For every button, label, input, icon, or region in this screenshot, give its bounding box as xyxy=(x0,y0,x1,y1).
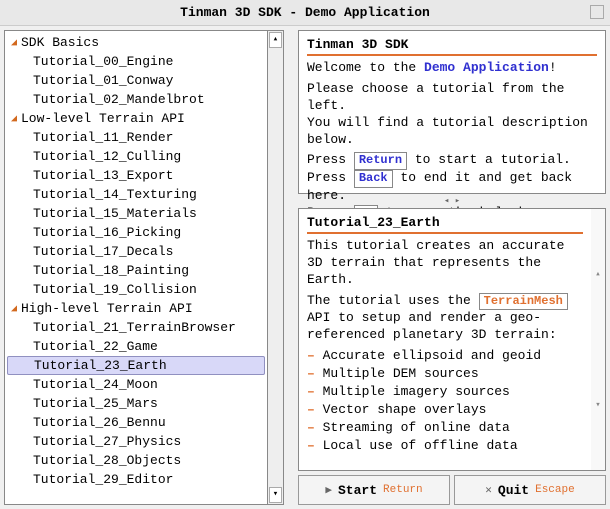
bullet-item: – Local use of offline data xyxy=(307,438,583,453)
bullet-item: – Multiple imagery sources xyxy=(307,384,583,399)
tree-item[interactable]: Tutorial_13_Export xyxy=(5,166,267,185)
close-icon: ✕ xyxy=(485,483,492,497)
tree-scrollbar[interactable]: ▴ ▾ xyxy=(268,30,284,505)
detail-panel: Tutorial_23_Earth This tutorial creates … xyxy=(298,208,606,471)
terrainmesh-link[interactable]: TerrainMesh xyxy=(479,293,568,311)
start-button[interactable]: ▶ Start Return xyxy=(298,475,450,505)
tree-category[interactable]: ◢ High-level Terrain API xyxy=(5,299,267,318)
play-icon: ▶ xyxy=(325,483,332,497)
bullet-item: – Streaming of online data xyxy=(307,420,583,435)
tree-item[interactable]: Tutorial_22_Game xyxy=(5,337,267,356)
tree-item[interactable]: Tutorial_27_Physics xyxy=(5,432,267,451)
vertical-splitter[interactable] xyxy=(288,30,294,505)
detail-title: Tutorial_23_Earth xyxy=(307,215,583,234)
tree-item[interactable]: Tutorial_23_Earth xyxy=(7,356,265,375)
tree-category[interactable]: ◢ Low-level Terrain API xyxy=(5,109,267,128)
detail-scrollbar[interactable]: ▴▾ xyxy=(591,209,605,470)
tree-item[interactable]: Tutorial_25_Mars xyxy=(5,394,267,413)
demo-app-link[interactable]: Demo Application xyxy=(424,60,549,75)
expand-icon: ◢ xyxy=(11,113,21,125)
window-title: Tinman 3D SDK - Demo Application xyxy=(180,5,430,20)
tree-item[interactable]: Tutorial_28_Objects xyxy=(5,451,267,470)
tree-item[interactable]: Tutorial_18_Painting xyxy=(5,261,267,280)
scroll-up-icon[interactable]: ▴ xyxy=(269,32,282,48)
tree-item[interactable]: Tutorial_16_Picking xyxy=(5,223,267,242)
tree-item[interactable]: Tutorial_24_Moon xyxy=(5,375,267,394)
tree-item[interactable]: Tutorial_00_Engine xyxy=(5,52,267,71)
maximize-button[interactable] xyxy=(590,5,604,19)
tree-item[interactable]: Tutorial_29_Editor xyxy=(5,470,267,489)
tutorial-tree[interactable]: ◢ SDK BasicsTutorial_00_EngineTutorial_0… xyxy=(4,30,268,505)
tree-item[interactable]: Tutorial_26_Bennu xyxy=(5,413,267,432)
kbd-return: Return xyxy=(354,152,407,170)
tree-item[interactable]: Tutorial_19_Collision xyxy=(5,280,267,299)
bullet-item: – Vector shape overlays xyxy=(307,402,583,417)
tree-item[interactable]: Tutorial_01_Conway xyxy=(5,71,267,90)
tree-item[interactable]: Tutorial_12_Culling xyxy=(5,147,267,166)
intro-welcome: Welcome to the Demo Application! xyxy=(307,60,597,77)
scroll-down-icon[interactable]: ▾ xyxy=(269,487,282,503)
tree-item[interactable]: Tutorial_17_Decals xyxy=(5,242,267,261)
intro-panel: Tinman 3D SDK Welcome to the Demo Applic… xyxy=(298,30,606,194)
intro-title: Tinman 3D SDK xyxy=(307,37,597,56)
quit-button[interactable]: ✕ Quit Escape xyxy=(454,475,606,505)
bullet-item: – Multiple DEM sources xyxy=(307,366,583,381)
expand-icon: ◢ xyxy=(11,37,21,49)
kbd-back: Back xyxy=(354,170,393,188)
expand-icon: ◢ xyxy=(11,303,21,315)
titlebar: Tinman 3D SDK - Demo Application xyxy=(0,0,610,26)
tree-item[interactable]: Tutorial_02_Mandelbrot xyxy=(5,90,267,109)
tree-category[interactable]: ◢ SDK Basics xyxy=(5,33,267,52)
bullet-item: – Accurate ellipsoid and geoid xyxy=(307,348,583,363)
tree-item[interactable]: Tutorial_11_Render xyxy=(5,128,267,147)
tree-item[interactable]: Tutorial_21_TerrainBrowser xyxy=(5,318,267,337)
tree-item[interactable]: Tutorial_15_Materials xyxy=(5,204,267,223)
tree-item[interactable]: Tutorial_14_Texturing xyxy=(5,185,267,204)
